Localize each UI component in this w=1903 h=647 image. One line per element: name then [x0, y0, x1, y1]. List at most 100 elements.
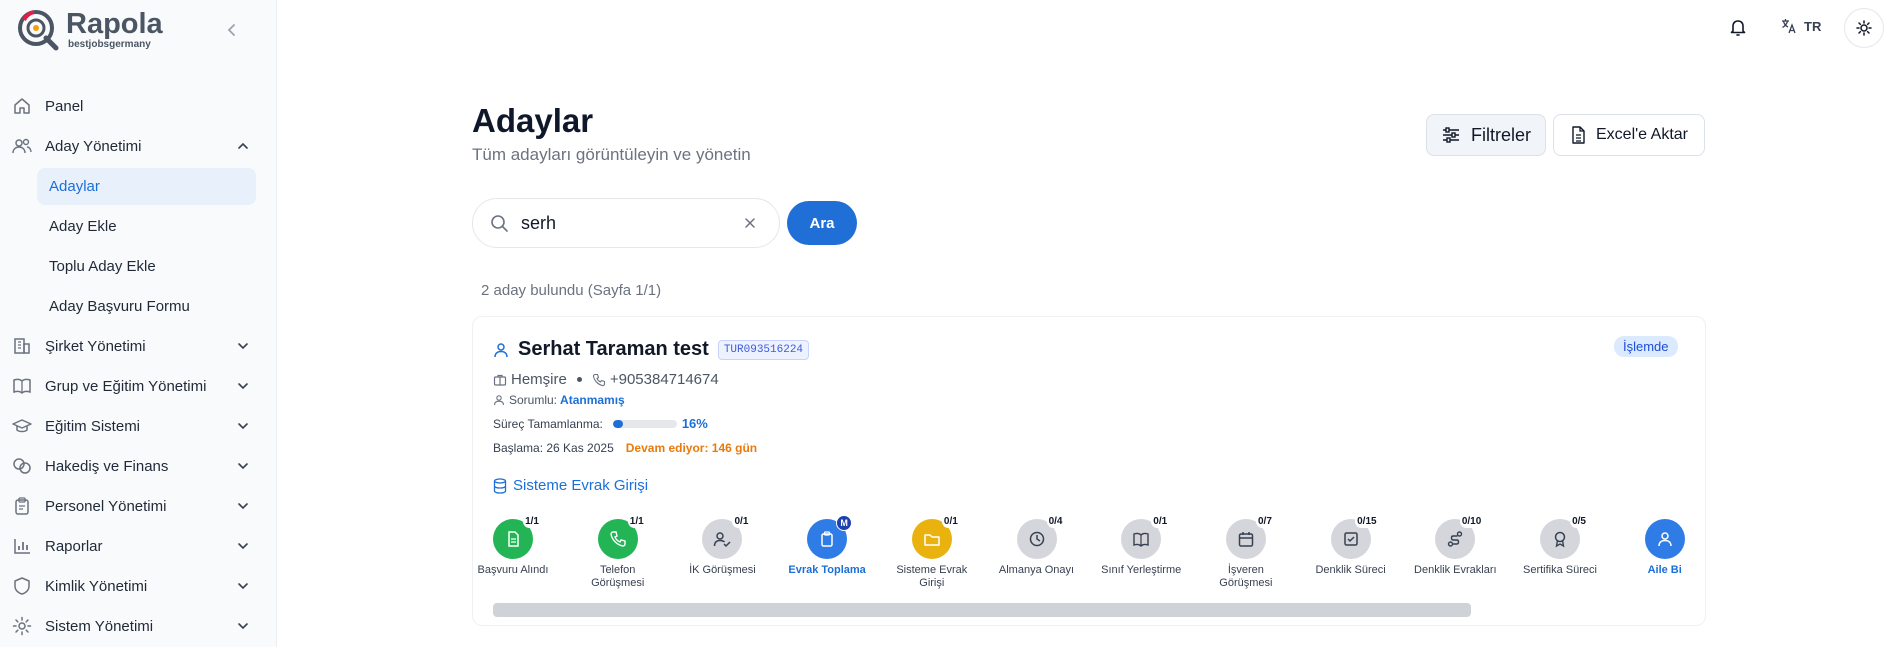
- step-count: 0/4: [1046, 515, 1065, 528]
- horizontal-scrollbar[interactable]: [493, 603, 1687, 617]
- sidebar-subitem-aday-basvuru-formu[interactable]: Aday Başvuru Formu: [0, 286, 277, 326]
- export-excel-button[interactable]: Excel'e Aktar: [1553, 114, 1705, 156]
- sidebar-item-personel-yonetimi[interactable]: Personel Yönetimi: [0, 486, 277, 526]
- sidebar-subitem-adaylar[interactable]: Adaylar: [37, 168, 256, 205]
- page-title: Adaylar: [472, 102, 594, 139]
- process-step[interactable]: M Evrak Toplama: [782, 515, 872, 577]
- step-status-circle[interactable]: 0/15: [1330, 515, 1379, 559]
- search-input[interactable]: [521, 212, 731, 234]
- candidate-phone[interactable]: +905384714674: [610, 371, 719, 388]
- step-status-circle[interactable]: 0/1: [702, 515, 751, 559]
- clipboard-icon: [12, 496, 32, 516]
- step-status-circle[interactable]: 0/7: [1225, 515, 1274, 559]
- step-label: Sertifika Süreci: [1523, 564, 1597, 576]
- candidate-code: TUR093516224: [717, 339, 810, 360]
- step-badge: M: [836, 515, 853, 531]
- sidebar-item-label: Hakediş ve Finans: [45, 457, 169, 475]
- collapse-sidebar-chevron-left-icon[interactable]: [225, 20, 239, 40]
- step-status-circle[interactable]: 0/1: [911, 515, 960, 559]
- sidebar-item-grup-egitim[interactable]: Grup ve Eğitim Yönetimi: [0, 366, 277, 406]
- sidebar-item-label: Eğitim Sistemi: [45, 417, 141, 435]
- database-icon: [493, 477, 507, 494]
- book-icon: [12, 376, 32, 396]
- sidebar-item-label: Şirket Yönetimi: [45, 337, 146, 355]
- filters-button[interactable]: Filtreler: [1426, 114, 1546, 156]
- main-content: TR Adaylar Tüm adayları görüntüleyin ve …: [277, 0, 1903, 647]
- step-label: Sınıf Yerleştirme: [1101, 564, 1182, 576]
- process-step[interactable]: 0/4 Almanya Onayı: [992, 515, 1082, 577]
- route-icon: [1448, 531, 1463, 547]
- brand-logo[interactable]: Rapola bestjobsgermany: [16, 8, 163, 52]
- clipboard-icon: [821, 531, 833, 547]
- step-label: Denklik Süreci: [1315, 564, 1386, 576]
- sidebar-nav: Panel Aday Yönetimi Adaylar Aday Ekle To…: [0, 86, 277, 646]
- step-status-circle[interactable]: 1/1: [493, 515, 541, 559]
- step-status-circle[interactable]: 0/1: [1121, 515, 1170, 559]
- bar-chart-icon: [12, 536, 32, 556]
- step-status-circle[interactable]: 0/10: [1435, 515, 1484, 559]
- sidebar-subitem-toplu-aday-ekle[interactable]: Toplu Aday Ekle: [0, 246, 277, 286]
- sidebar: Rapola bestjobsgermany Panel Aday Yöneti…: [0, 0, 277, 647]
- step-status-circle[interactable]: M: [807, 515, 853, 559]
- brand-subtitle: bestjobsgermany: [68, 39, 151, 50]
- process-step[interactable]: 0/15 Denklik Süreci: [1306, 515, 1396, 577]
- process-step[interactable]: 1/1 Telefon Görüşmesi: [573, 515, 663, 590]
- step-count: 1/1: [523, 515, 541, 528]
- chevron-down-icon: [238, 383, 248, 390]
- file-spreadsheet-icon: [1572, 126, 1585, 144]
- clock-icon: [1029, 531, 1044, 547]
- search-button[interactable]: Ara: [787, 201, 857, 245]
- sun-icon: [1856, 20, 1872, 36]
- step-status-circle[interactable]: [1644, 519, 1685, 559]
- sidebar-subitem-aday-ekle[interactable]: Aday Ekle: [0, 206, 277, 246]
- scrollbar-thumb[interactable]: [493, 603, 1471, 617]
- chevron-down-icon: [238, 623, 248, 630]
- process-step[interactable]: 0/10 Denklik Evrakları: [1410, 515, 1500, 577]
- sidebar-item-raporlar[interactable]: Raporlar: [0, 526, 277, 566]
- export-excel-label: Excel'e Aktar: [1596, 126, 1688, 143]
- process-step[interactable]: 0/5 Sertifika Süreci: [1515, 515, 1605, 577]
- step-count: 0/7: [1255, 515, 1274, 528]
- candidate-card[interactable]: Serhat Taraman test TUR093516224 İşlemde…: [472, 316, 1706, 626]
- process-step[interactable]: 0/7 İşveren Görüşmesi: [1201, 515, 1291, 590]
- clear-search-close-icon[interactable]: [743, 216, 757, 230]
- process-step[interactable]: 1/1 Başvuru Alındı: [473, 515, 558, 577]
- step-count: 0/1: [1151, 515, 1170, 528]
- process-step[interactable]: 0/1 Sisteme Evrak Girişi: [887, 515, 977, 590]
- sidebar-item-panel[interactable]: Panel: [0, 86, 277, 126]
- chevron-down-icon: [238, 543, 248, 550]
- sidebar-item-label: Personel Yönetimi: [45, 497, 167, 515]
- step-label: Telefon Görüşmesi: [591, 564, 645, 589]
- step-label: Evrak Toplama: [788, 564, 866, 576]
- home-icon: [12, 96, 32, 116]
- user-icon: [494, 342, 508, 357]
- progress-percent: 16%: [681, 416, 708, 431]
- sidebar-item-egitim-sistemi[interactable]: Eğitim Sistemi: [0, 406, 277, 446]
- progress-bar-fill: [612, 419, 624, 428]
- sidebar-item-kimlik-yonetimi[interactable]: Kimlik Yönetimi: [0, 566, 277, 606]
- step-count: 0/15: [1355, 515, 1379, 528]
- process-step[interactable]: Aile Bi: [1620, 519, 1705, 577]
- sidebar-item-sistem-yonetimi[interactable]: Sistem Yönetimi: [0, 606, 277, 646]
- sidebar-item-hakedis-finans[interactable]: Hakediş ve Finans: [0, 446, 277, 486]
- process-step[interactable]: 0/1 Sınıf Yerleştirme: [1096, 515, 1186, 577]
- separator-dot: [576, 377, 582, 382]
- start-date: Başlama: 26 Kas 2025: [493, 441, 614, 455]
- translate-icon: [1782, 19, 1796, 34]
- book-icon: [1133, 532, 1149, 547]
- current-stage-link[interactable]: Sisteme Evrak Girişi: [493, 477, 648, 494]
- candidate-name[interactable]: Serhat Taraman test: [518, 338, 709, 361]
- notifications-bell-icon[interactable]: [1725, 14, 1751, 40]
- sliders-icon: [1442, 127, 1459, 143]
- theme-toggle-button[interactable]: [1844, 8, 1884, 48]
- language-switcher[interactable]: TR: [1780, 17, 1821, 35]
- step-status-circle[interactable]: 0/4: [1016, 515, 1065, 559]
- sidebar-item-aday-yonetimi[interactable]: Aday Yönetimi: [0, 126, 277, 166]
- briefcase-icon: [493, 374, 507, 386]
- sidebar-item-sirket-yonetimi[interactable]: Şirket Yönetimi: [0, 326, 277, 366]
- process-step[interactable]: 0/1 İK Görüşmesi: [677, 515, 767, 577]
- award-icon: [1554, 531, 1566, 548]
- progress-bar: [612, 419, 677, 428]
- step-status-circle[interactable]: 1/1: [597, 515, 646, 559]
- step-status-circle[interactable]: 0/5: [1540, 515, 1588, 559]
